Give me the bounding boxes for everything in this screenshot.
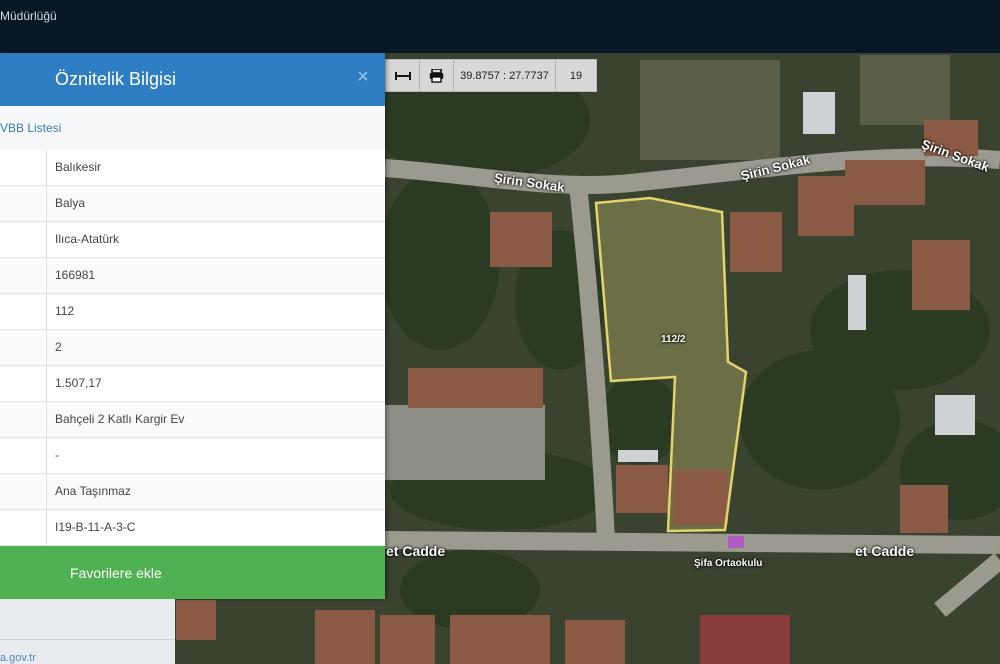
close-icon[interactable]: × <box>352 66 374 88</box>
table-row: Ilıca-Atatürk <box>0 222 385 258</box>
row-label-cell <box>0 258 47 293</box>
map-toolbar: 39.8757 : 27.7737 19 <box>385 59 597 92</box>
brand-title: Müdürlüğü <box>0 9 57 23</box>
zoom-level: 19 <box>569 69 583 82</box>
row-value: Balıkesir <box>55 160 102 174</box>
row-label-cell <box>0 438 47 473</box>
table-row: I19-B-11-A-3-C <box>0 510 385 546</box>
avenue-label: et Cadde <box>855 543 915 559</box>
vbb-list-link[interactable]: VBB Listesi <box>0 121 61 135</box>
print-button[interactable] <box>420 60 454 91</box>
panel-title: Öznitelik Bilgisi <box>55 69 177 89</box>
table-row: 112 <box>0 294 385 330</box>
table-row: Bahçeli 2 Katlı Kargir Ev <box>0 402 385 438</box>
row-label-cell <box>0 510 47 545</box>
row-value: 166981 <box>55 268 96 282</box>
table-row: Ana Taşınmaz <box>0 474 385 510</box>
row-value: 1.507,17 <box>55 376 102 390</box>
poi-label: Şifa Ortaokulu <box>694 558 763 569</box>
row-label-cell <box>0 402 47 437</box>
row-label-cell <box>0 222 47 257</box>
row-value: Ana Taşınmaz <box>55 484 131 498</box>
top-bar: Müdürlüğü <box>0 0 1000 53</box>
parcel-label: 112/2 <box>661 334 686 345</box>
row-label-cell <box>0 366 47 401</box>
measure-icon <box>394 71 411 80</box>
panel-header: Öznitelik Bilgisi × <box>0 53 385 106</box>
attribute-table: Balıkesir Balya Ilıca-Atatürk 166981 112… <box>0 150 385 546</box>
table-row: Balıkesir <box>0 150 385 186</box>
divider <box>0 639 175 640</box>
school-marker <box>728 536 744 548</box>
coordinate-readout: 39.8757 : 27.7737 <box>454 60 556 91</box>
add-favorite-button[interactable]: Favorilere ekle <box>0 546 385 599</box>
row-label-cell <box>0 294 47 329</box>
footer-link[interactable]: a.gov.tr <box>0 652 36 664</box>
table-row: 166981 <box>0 258 385 294</box>
avenue-label: et Cadde <box>386 543 446 559</box>
print-icon <box>429 68 444 83</box>
attribute-panel: Öznitelik Bilgisi × VBB Listesi Balıkesi… <box>0 53 385 599</box>
measure-button[interactable] <box>386 60 420 91</box>
row-label-cell <box>0 330 47 365</box>
row-value: 112 <box>55 304 75 318</box>
row-value: Balya <box>55 196 86 210</box>
table-row: Balya <box>0 186 385 222</box>
row-value: Ilıca-Atatürk <box>55 232 120 246</box>
table-row: - <box>0 438 385 474</box>
row-label-cell <box>0 474 47 509</box>
row-value: 2 <box>55 340 62 354</box>
row-value: I19-B-11-A-3-C <box>55 520 136 534</box>
sub-header: VBB Listesi <box>0 106 385 151</box>
row-value: - <box>55 448 59 462</box>
row-label-cell <box>0 186 47 221</box>
row-label-cell <box>0 150 47 185</box>
table-row: 2 <box>0 330 385 366</box>
table-row: 1.507,17 <box>0 366 385 402</box>
add-favorite-label: Favorilere ekle <box>70 565 162 581</box>
row-value: Bahçeli 2 Katlı Kargir Ev <box>55 412 185 426</box>
